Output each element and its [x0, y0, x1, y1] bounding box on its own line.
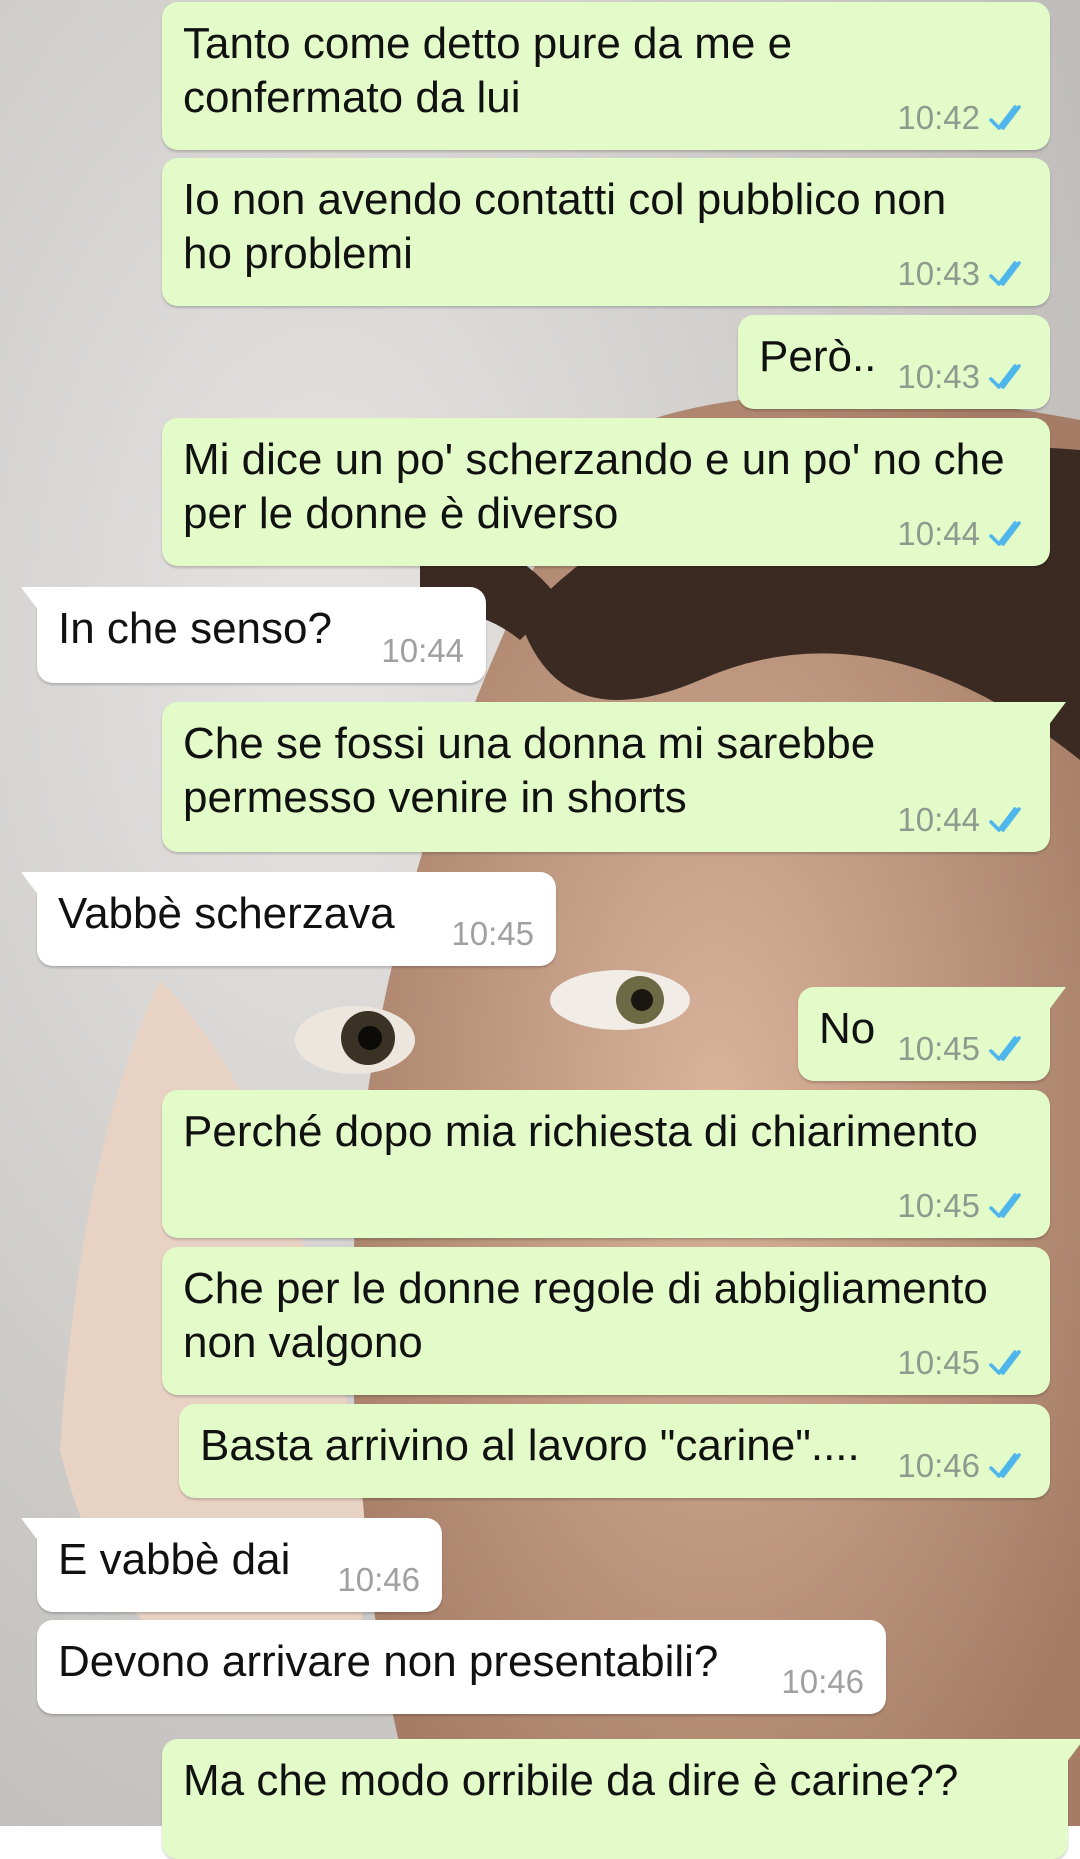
outgoing-message[interactable]: Tanto come detto pure da me e confermato …: [162, 2, 1050, 150]
bubble-tail: [1058, 1739, 1080, 1763]
message-time: 10:46: [897, 1447, 980, 1484]
message-text: Devono arrivare non presentabili?: [58, 1637, 719, 1686]
double-check-icon: [989, 105, 1021, 130]
bubble-tail: [21, 1518, 47, 1542]
double-check-icon: [989, 1036, 1021, 1061]
message-meta: 10:45: [451, 914, 534, 954]
double-check-icon: [989, 261, 1021, 286]
message-time: 10:46: [337, 1561, 420, 1598]
message-time: 10:45: [451, 915, 534, 952]
message-text: Che per le donne regole di abbigliamento: [183, 1264, 988, 1313]
message-meta: 10:46: [781, 1662, 864, 1702]
message-text: E vabbè dai: [58, 1535, 291, 1584]
double-check-icon: [989, 1453, 1021, 1478]
bubble-tail: [1040, 702, 1066, 726]
message-time: 10:45: [897, 1187, 980, 1224]
message-text: Che se fossi una donna mi sarebbe: [183, 719, 876, 768]
message-text: Basta arrivino al lavoro "carine"....: [200, 1421, 860, 1470]
outgoing-message[interactable]: Che per le donne regole di abbigliamento…: [162, 1247, 1050, 1395]
message-meta: 10:44: [897, 514, 1030, 554]
message-meta: 10:44: [897, 800, 1030, 840]
message-text: per le donne è diverso: [183, 489, 619, 538]
outgoing-message[interactable]: Perché dopo mia richiesta di chiarimento…: [162, 1090, 1050, 1238]
outgoing-message[interactable]: Che se fossi una donna mi sarebbe permess…: [162, 702, 1066, 852]
message-text: No: [819, 1004, 876, 1053]
message-text: In che senso?: [58, 604, 332, 653]
message-meta: 10:46: [337, 1560, 420, 1600]
message-text: Ma che modo orribile da dire è carine??: [183, 1756, 959, 1805]
message-text: Però..: [759, 332, 877, 381]
message-time: 10:44: [381, 632, 464, 669]
bubble-tail: [1040, 987, 1066, 1011]
bubble-tail: [21, 587, 47, 611]
message-time: 10:42: [897, 99, 980, 136]
message-text: Tanto come detto pure da me e: [183, 19, 793, 68]
message-text: confermato da lui: [183, 73, 521, 122]
message-meta: 10:44: [381, 631, 464, 671]
double-check-icon: [989, 521, 1021, 546]
outgoing-message[interactable]: Io non avendo contatti col pubblico non h…: [162, 158, 1050, 306]
outgoing-message[interactable]: Ma che modo orribile da dire è carine??: [162, 1739, 1080, 1859]
incoming-message[interactable]: In che senso? 10:44: [21, 587, 486, 683]
incoming-message[interactable]: Vabbè scherzava 10:45: [21, 872, 556, 966]
message-text: non valgono: [183, 1318, 423, 1367]
message-text: Mi dice un po' scherzando e un po' no ch…: [183, 435, 1005, 484]
message-time: 10:46: [781, 1663, 864, 1700]
double-check-icon: [989, 1350, 1021, 1375]
message-time: 10:45: [897, 1344, 980, 1381]
incoming-message[interactable]: Devono arrivare non presentabili? 10:46: [37, 1620, 886, 1714]
incoming-message[interactable]: E vabbè dai 10:46: [21, 1518, 442, 1612]
double-check-icon: [989, 807, 1021, 832]
message-text: Io non avendo contatti col pubblico non: [183, 175, 947, 224]
conversation: Tanto come detto pure da me e confermato …: [0, 0, 1080, 1859]
message-meta: 10:43: [897, 357, 1030, 397]
message-text: Vabbè scherzava: [58, 889, 395, 938]
message-meta: 10:45: [897, 1343, 1030, 1383]
message-time: 10:45: [897, 1030, 980, 1067]
message-meta: 10:45: [897, 1029, 1030, 1069]
message-meta: 10:45: [897, 1186, 1030, 1226]
message-text: Perché dopo mia richiesta di chiarimento: [183, 1107, 978, 1156]
double-check-icon: [989, 364, 1021, 389]
message-meta: 10:46: [897, 1446, 1030, 1486]
message-text: ho problemi: [183, 229, 413, 278]
message-time: 10:44: [897, 801, 980, 838]
message-time: 10:44: [897, 515, 980, 552]
message-text: permesso venire in shorts: [183, 773, 687, 822]
outgoing-message[interactable]: No 10:45: [798, 987, 1066, 1081]
bubble-tail: [21, 872, 47, 896]
message-time: 10:43: [897, 255, 980, 292]
message-meta: 10:42: [897, 98, 1030, 138]
double-check-icon: [989, 1193, 1021, 1218]
message-meta: 10:43: [897, 254, 1030, 294]
outgoing-message[interactable]: Mi dice un po' scherzando e un po' no ch…: [162, 418, 1050, 566]
message-time: 10:43: [897, 358, 980, 395]
outgoing-message[interactable]: Però.. 10:43: [738, 315, 1050, 409]
outgoing-message[interactable]: Basta arrivino al lavoro "carine".... 10:…: [179, 1404, 1050, 1498]
